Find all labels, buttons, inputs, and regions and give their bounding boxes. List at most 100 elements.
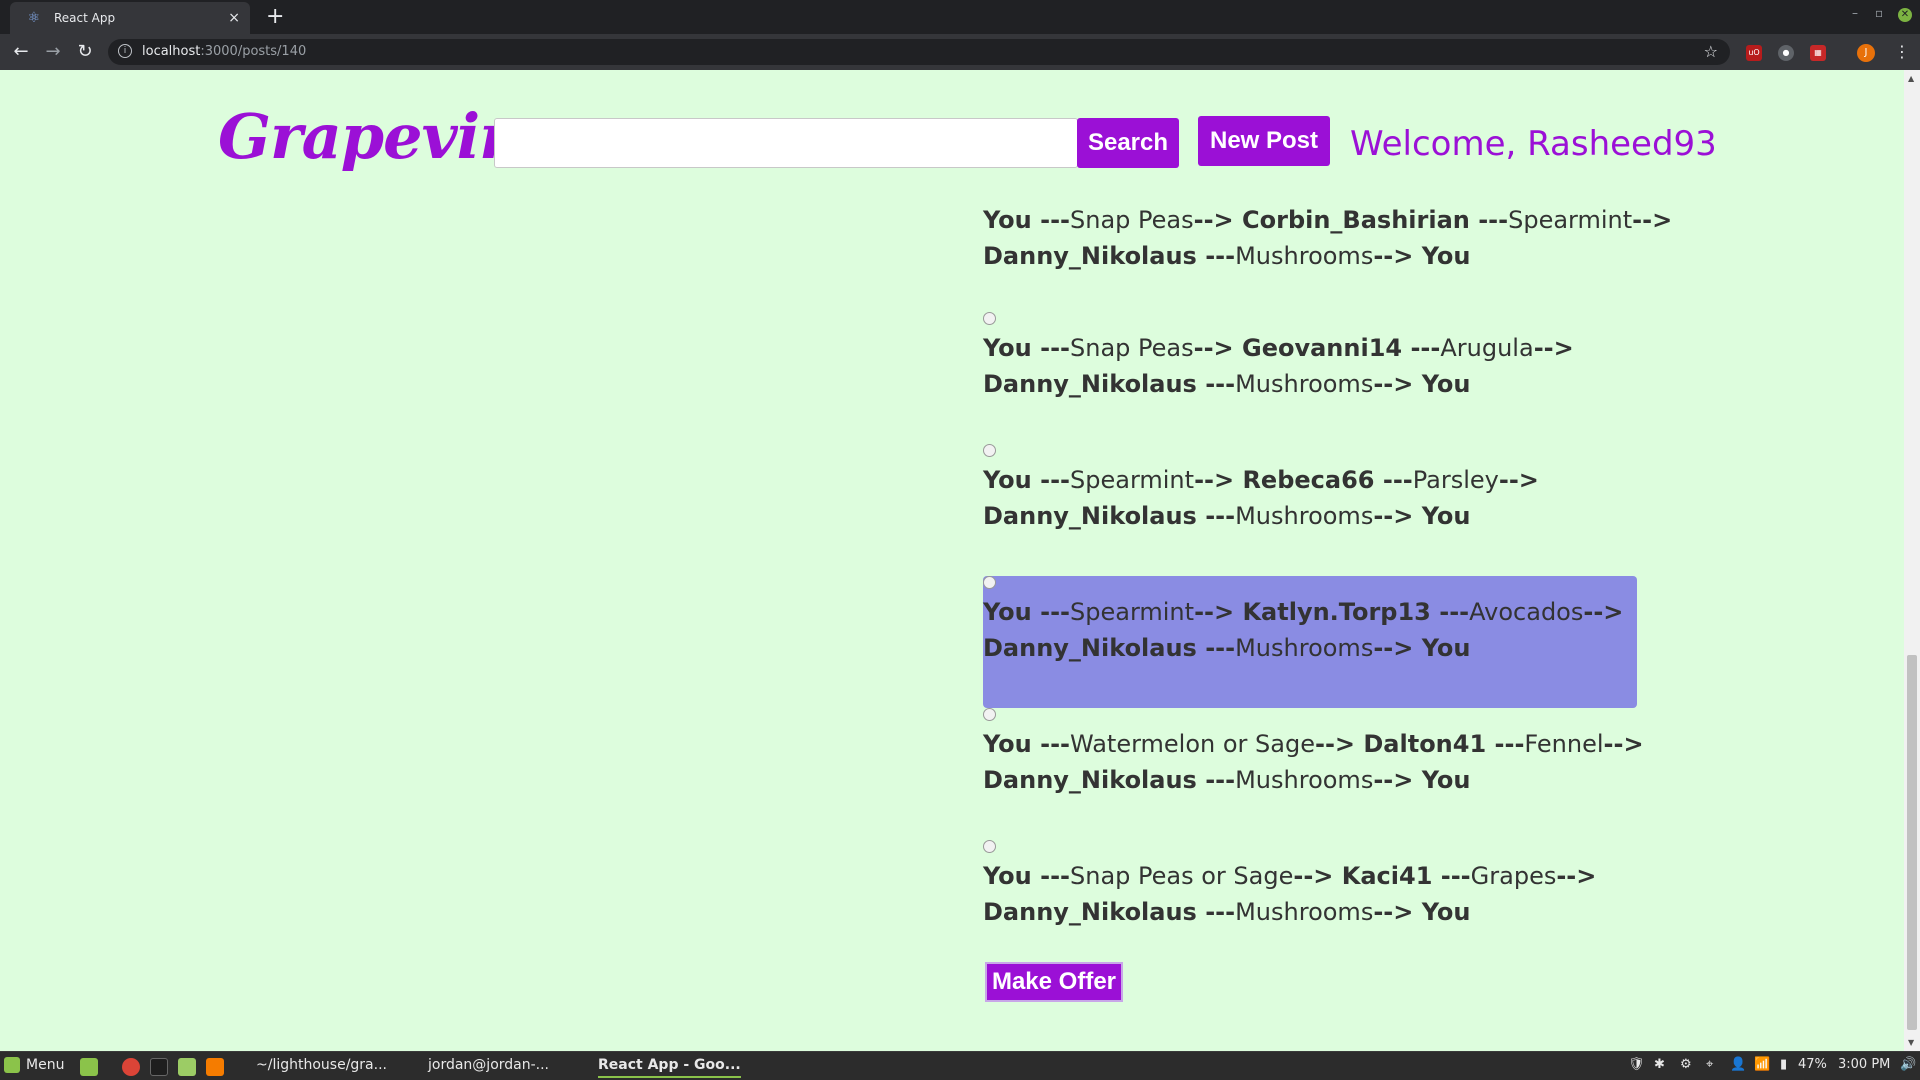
offer-item-name: Spearmint — [1070, 598, 1195, 626]
offer-chain-text: You ---Spearmint --> Katlyn.Torp13 --- Avo… — [983, 594, 1623, 666]
shield-icon[interactable]: 🛡 — [1628, 1057, 1645, 1072]
url-text: localhost:3000/posts/140 — [142, 44, 307, 59]
offer-item[interactable]: You ---Snap Peas--> Corbin_Bashirian ---… — [983, 202, 1672, 312]
offer-party: You — [1421, 766, 1471, 794]
offer-radio[interactable] — [983, 840, 996, 853]
offer-item[interactable]: You ---Spearmint--> Rebeca66 ---Parsley-… — [983, 444, 1637, 576]
new-tab-button[interactable]: + — [266, 4, 284, 30]
offer-item[interactable]: You ---Spearmint --> Katlyn.Torp13 --- Avo… — [983, 576, 1637, 708]
offer-chain-text: You ---Spearmint--> Rebeca66 ---Parsley-… — [983, 462, 1539, 534]
offer-party: --- — [1031, 730, 1070, 758]
wifi-icon[interactable]: 📶 — [1754, 1057, 1770, 1072]
offer-chain-text: You ---Watermelon or Sage--> Dalton41 --… — [983, 726, 1644, 798]
extension-icon[interactable]: ▦ — [1810, 45, 1826, 61]
offer-party: --> — [1498, 466, 1539, 494]
offer-party: --> — [1293, 862, 1342, 890]
offer-party: --- — [1196, 766, 1236, 794]
offer-party: --- — [1486, 730, 1525, 758]
back-icon[interactable]: ← — [10, 42, 32, 62]
offer-item-name: Avocados — [1469, 598, 1584, 626]
offer-chain-text: You ---Snap Peas--> Geovanni14 ---Arugul… — [983, 330, 1574, 402]
address-bar[interactable]: i localhost:3000/posts/140 ☆ — [108, 39, 1730, 65]
offer-party: --> — [1373, 898, 1422, 926]
offer-party: Danny_Nikolaus — [983, 242, 1197, 270]
offer-radio[interactable] — [983, 708, 996, 721]
scrollbar-thumb[interactable] — [1907, 655, 1917, 1030]
minimize-icon[interactable]: – — [1852, 6, 1858, 20]
site-info-icon[interactable]: i — [118, 44, 132, 58]
offer-party: You — [983, 334, 1032, 362]
settings-icon[interactable]: ⚙ — [1680, 1057, 1692, 1072]
offer-party: --> — [1193, 206, 1242, 234]
location-icon[interactable]: ⌖ — [1706, 1057, 1713, 1072]
taskbar-task-chrome[interactable]: React App - Goo... — [598, 1057, 741, 1078]
os-taskbar: Menu ~/lighthouse/gra... jordan@jordan-.… — [0, 1051, 1920, 1080]
offer-party: --- — [1031, 598, 1070, 626]
search-button[interactable]: Search — [1077, 118, 1179, 168]
offer-party: --> — [1373, 634, 1422, 662]
offer-party: You — [1421, 370, 1471, 398]
react-icon: ⚛ — [27, 10, 41, 26]
offer-item-name: Watermelon or Sage — [1070, 730, 1315, 758]
forward-icon[interactable]: → — [42, 42, 64, 62]
offer-item[interactable]: You ---Watermelon or Sage--> Dalton41 --… — [983, 708, 1644, 840]
offer-party: --> — [1314, 730, 1364, 758]
make-offer-button[interactable]: Make Offer — [985, 962, 1123, 1002]
show-desktop-icon[interactable] — [80, 1058, 98, 1076]
bluetooth-icon[interactable]: ✱ — [1654, 1057, 1665, 1072]
offer-party: Danny_Nikolaus — [983, 370, 1197, 398]
offer-party: You — [1421, 242, 1471, 270]
offer-party: --> — [1373, 370, 1422, 398]
browser-tab[interactable]: ⚛ React App × — [10, 2, 250, 34]
scroll-up-icon[interactable]: ▲ — [1908, 74, 1914, 83]
offer-party: --- — [1031, 334, 1070, 362]
browser-menu-icon[interactable]: ⋮ — [1894, 42, 1910, 61]
offer-item-name: Arugula — [1440, 334, 1534, 362]
ublock-extension-icon[interactable]: uO — [1746, 45, 1762, 61]
user-icon[interactable]: 👤 — [1730, 1057, 1746, 1072]
bookmark-star-icon[interactable]: ☆ — [1704, 42, 1718, 61]
browser-toolbar: ← → ↻ i localhost:3000/posts/140 ☆ uO ● … — [0, 34, 1920, 70]
offer-radio[interactable] — [983, 576, 996, 589]
window-close-icon[interactable]: ✕ — [1898, 8, 1912, 22]
chrome-launcher-icon[interactable] — [122, 1058, 140, 1076]
offer-party: Danny_Nikolaus — [983, 898, 1197, 926]
offer-party: Danny_Nikolaus — [983, 634, 1197, 662]
extension-icon[interactable]: ● — [1778, 45, 1794, 61]
terminal-launcher-icon[interactable] — [150, 1058, 168, 1076]
offer-party: --- — [1432, 862, 1471, 890]
reload-icon[interactable]: ↻ — [74, 42, 96, 62]
maximize-icon[interactable]: ▫ — [1875, 6, 1883, 20]
offer-party: Kaci41 — [1341, 862, 1433, 890]
volume-icon[interactable]: 🔊 — [1900, 1057, 1916, 1072]
clock[interactable]: 3:00 PM — [1838, 1057, 1890, 1072]
taskbar-task-sublime[interactable]: ~/lighthouse/gra... — [256, 1057, 387, 1073]
scroll-down-icon[interactable]: ▼ — [1908, 1038, 1914, 1047]
battery-percent: 47% — [1798, 1057, 1827, 1072]
offer-radio[interactable] — [983, 444, 996, 457]
search-input[interactable] — [494, 118, 1078, 168]
page-scrollbar[interactable]: ▲ ▼ — [1904, 70, 1920, 1051]
new-post-button[interactable]: New Post — [1198, 116, 1330, 166]
offer-radio[interactable] — [983, 312, 996, 325]
close-tab-icon[interactable]: × — [228, 10, 240, 26]
offer-item[interactable]: You ---Snap Peas--> Geovanni14 ---Arugul… — [983, 312, 1637, 444]
offer-line: Danny_Nikolaus ---Mushrooms--> You — [983, 498, 1539, 534]
offer-item[interactable]: You ---Snap Peas or Sage--> Kaci41 ---Gr… — [983, 840, 1637, 972]
offer-party: Katlyn.Torp13 — [1242, 598, 1431, 626]
battery-icon[interactable]: ▮ — [1780, 1057, 1787, 1072]
offer-party: Danny_Nikolaus — [983, 766, 1197, 794]
offer-party: Danny_Nikolaus — [983, 502, 1197, 530]
offer-party: You — [983, 598, 1032, 626]
offer-party: You — [1421, 502, 1471, 530]
offer-party: --> — [1603, 730, 1644, 758]
start-menu-button[interactable]: Menu — [4, 1057, 64, 1073]
offer-party: --- — [1196, 634, 1236, 662]
taskbar-task-terminal[interactable]: jordan@jordan-... — [428, 1057, 549, 1073]
profile-avatar[interactable]: J — [1857, 44, 1875, 62]
offer-party: You — [983, 466, 1032, 494]
offer-party: --- — [1196, 898, 1236, 926]
sublime-launcher-icon[interactable] — [206, 1058, 224, 1076]
files-launcher-icon[interactable] — [178, 1058, 196, 1076]
offer-item-name: Mushrooms — [1235, 634, 1374, 662]
